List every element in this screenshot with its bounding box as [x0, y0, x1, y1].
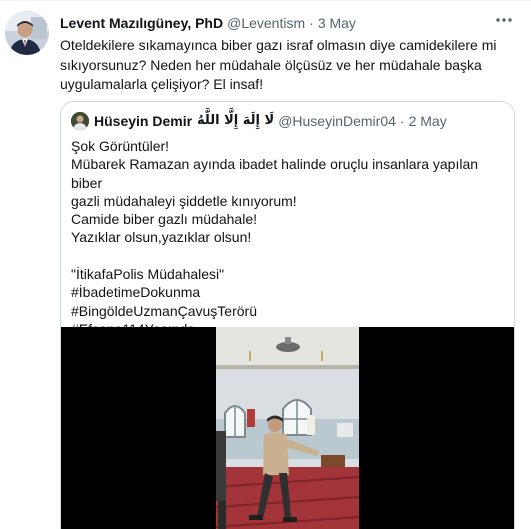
quoted-text-line: gazli müdahaleyi şiddetle kınıyorum!	[71, 192, 297, 209]
quoted-separator-dot: ·	[399, 113, 405, 129]
tweet-text: Oteldekilere sıkamayınca biber gazı isra…	[60, 37, 497, 92]
quoted-tweet-date: 2 May	[408, 113, 447, 129]
tweet-date[interactable]: 3 May	[318, 14, 356, 32]
quoted-text-line	[71, 247, 501, 265]
quoted-author-arabic-name: لَا إِلَهَ إِلَّا اللَّهُ	[197, 113, 275, 128]
quoted-text-line: Şok Görüntüler!	[71, 138, 170, 154]
author-handle[interactable]: @Leventism	[227, 14, 305, 32]
tweet-header: Levent Mazılıgüney, PhD @Leventism · 3 M…	[60, 14, 356, 32]
quoted-author-handle[interactable]: @HuseyinDemir04	[278, 112, 396, 130]
more-horizontal-icon	[496, 18, 512, 22]
quoted-tweet[interactable]: Hüseyin Demir لَا إِلَهَ إِلَّا اللَّهُ …	[60, 101, 515, 529]
author-avatar[interactable]	[5, 11, 49, 55]
quoted-tweet-text: Şok Görüntüler! Mübarek Ramazan ayında i…	[71, 137, 501, 338]
quoted-text-line: Yazıklar olsun,yazıklar olsun!	[71, 229, 252, 246]
quoted-text-line: Camide biber gazlı müdahale!	[71, 211, 257, 228]
separator-dot: ·	[309, 15, 314, 31]
hashtag-bingoldeuzmancavusteroru[interactable]: #BingöldeUzmanÇavuşTerörü	[71, 302, 501, 320]
author-name[interactable]: Levent Mazılıgüney, PhD	[60, 14, 223, 32]
quoted-video[interactable]	[61, 327, 514, 529]
more-options-button[interactable]	[493, 11, 515, 29]
quoted-tweet-header: Hüseyin Demir لَا إِلَهَ إِلَّا اللَّهُ …	[71, 111, 447, 131]
quoted-author-name[interactable]: Hüseyin Demir	[94, 112, 192, 130]
quoted-text-line: "İtikafaPolis Müdahalesi"	[71, 266, 225, 283]
hashtag-ibadetimedokunma[interactable]: #İbadetimeDokunma	[71, 283, 501, 301]
video-frame	[61, 327, 514, 529]
tweet[interactable]: Levent Mazılıgüney, PhD @Leventism · 3 M…	[0, 0, 531, 529]
quoted-text-line: Mübarek Ramazan ayında ibadet halinde or…	[71, 156, 479, 191]
quoted-author-avatar[interactable]	[71, 112, 89, 130]
